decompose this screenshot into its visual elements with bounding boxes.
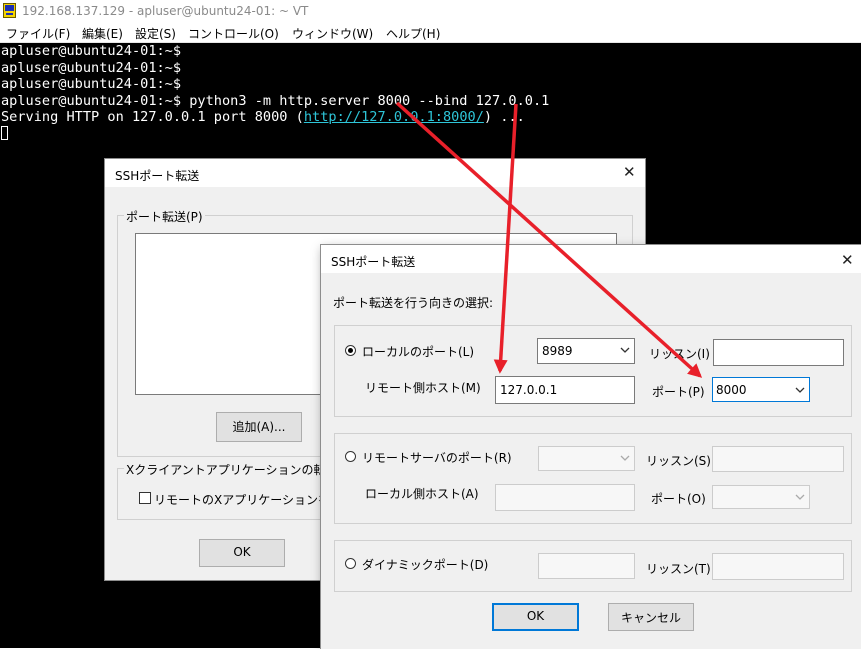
terminal-line: apluser@ubuntu24-01:~$: [1, 59, 182, 76]
remote-listen-label: リッスン(S): [646, 454, 711, 468]
x-forwarding-checkbox[interactable]: [139, 492, 151, 504]
dynamic-port-radio[interactable]: [345, 558, 356, 569]
local-host-label: ローカル側ホスト(A): [365, 487, 479, 501]
terminal-line: apluser@ubuntu24-01:~$: [1, 43, 182, 59]
menu-settings[interactable]: 設定(S): [135, 25, 176, 42]
chevron-down-icon: [795, 387, 805, 393]
add-button-label: 追加(A)...: [232, 420, 286, 434]
dialog-titlebar[interactable]: SSHポート転送 ✕: [105, 159, 645, 187]
teraterm-app-icon: [3, 3, 16, 18]
x-forwarding-checkbox-label: リモートのXアプリケーションを: [154, 493, 330, 507]
forwarding-group-label: ポート転送(P): [124, 208, 205, 225]
local-port-value: 8989: [542, 344, 573, 358]
cancel-button-label: キャンセル: [620, 611, 681, 625]
dynamic-port-input[interactable]: [538, 553, 635, 579]
close-icon[interactable]: ✕: [841, 253, 854, 268]
dynamic-listen-input[interactable]: [712, 553, 844, 580]
chevron-down-icon: [795, 494, 805, 500]
remote-host-label: リモート側ホスト(M): [365, 381, 481, 395]
terminal-line: apluser@ubuntu24-01:~$ python3 -m http.s…: [1, 92, 550, 109]
terminal-serving-line: Serving HTTP on 127.0.0.1 port 8000 (htt…: [1, 109, 525, 126]
local-listen-label: リッスン(I): [649, 347, 710, 361]
local-host-input[interactable]: [495, 484, 635, 511]
local-forwarding-group: ローカルのポート(L) 8989 リッスン(I) リモート側ホスト(M) 127…: [334, 325, 852, 417]
cancel-button[interactable]: キャンセル: [608, 603, 694, 631]
ok-button[interactable]: OK: [199, 539, 285, 567]
dynamic-port-radio-label: ダイナミックポート(D): [362, 558, 489, 572]
remote-port-radio[interactable]: [345, 451, 356, 462]
remote-port-select[interactable]: 8000: [712, 377, 810, 402]
ok-button-label: OK: [526, 609, 545, 623]
local-port-select[interactable]: 8989: [537, 338, 635, 364]
remote-forwarding-group: リモートサーバのポート(R) リッスン(S) ローカル側ホスト(A) ポート(O…: [334, 433, 852, 524]
dynamic-listen-label: リッスン(T): [646, 562, 711, 576]
serving-url-link[interactable]: http://127.0.0.1:8000/: [304, 109, 484, 125]
terminal-cursor: [1, 126, 8, 140]
ok-button[interactable]: OK: [492, 603, 579, 631]
x-forwarding-group-label: Xクライアントアプリケーションの転: [124, 461, 328, 478]
menu-file[interactable]: ファイル(F): [6, 25, 70, 42]
local-port-radio-label: ローカルのポート(L): [362, 345, 475, 359]
close-icon[interactable]: ✕: [623, 165, 636, 180]
remote-local-port-label: ポート(O): [651, 492, 706, 506]
remote-port-label: ポート(P): [652, 385, 705, 399]
ok-button-label: OK: [233, 545, 251, 559]
menu-bar: ファイル(F) 編集(E) 設定(S) コントロール(O) ウィンドウ(W) ヘ…: [0, 22, 861, 43]
remote-port-value: 8000: [716, 383, 747, 397]
menu-help[interactable]: ヘルプ(H): [386, 25, 440, 42]
direction-label: ポート転送を行う向きの選択:: [333, 296, 494, 310]
dialog-title: SSHポート転送: [115, 169, 200, 183]
menu-window[interactable]: ウィンドウ(W): [292, 25, 373, 42]
remote-host-value: 127.0.0.1: [500, 383, 558, 397]
chevron-down-icon: [620, 347, 630, 353]
remote-port-radio-label: リモートサーバのポート(R): [362, 451, 512, 465]
terminal-line: apluser@ubuntu24-01:~$: [1, 76, 182, 92]
dialog-title: SSHポート転送: [331, 255, 416, 269]
add-button[interactable]: 追加(A)...: [216, 412, 302, 442]
serving-suffix: ) ...: [483, 109, 525, 125]
ssh-port-forwarding-dialog: SSHポート転送 ✕ ポート転送を行う向きの選択: ローカルのポート(L) 89…: [320, 244, 861, 649]
window-title: 192.168.137.129 - apluser@ubuntu24-01: ~…: [22, 4, 309, 18]
menu-control[interactable]: コントロール(O): [188, 25, 279, 42]
remote-host-input[interactable]: 127.0.0.1: [495, 376, 635, 404]
dynamic-forwarding-group: ダイナミックポート(D) リッスン(T): [334, 540, 852, 592]
remote-listen-input[interactable]: [712, 446, 844, 472]
remote-server-port-select[interactable]: [538, 446, 635, 471]
menu-edit[interactable]: 編集(E): [82, 25, 123, 42]
serving-prefix: Serving HTTP on 127.0.0.1 port 8000 (: [1, 109, 304, 125]
local-port-select-disabled[interactable]: [712, 485, 810, 509]
local-listen-input[interactable]: [713, 339, 844, 366]
chevron-down-icon: [620, 455, 630, 461]
local-port-radio[interactable]: [345, 345, 356, 356]
window-titlebar[interactable]: 192.168.137.129 - apluser@ubuntu24-01: ~…: [0, 0, 861, 22]
dialog-titlebar[interactable]: SSHポート転送 ✕: [321, 245, 861, 273]
